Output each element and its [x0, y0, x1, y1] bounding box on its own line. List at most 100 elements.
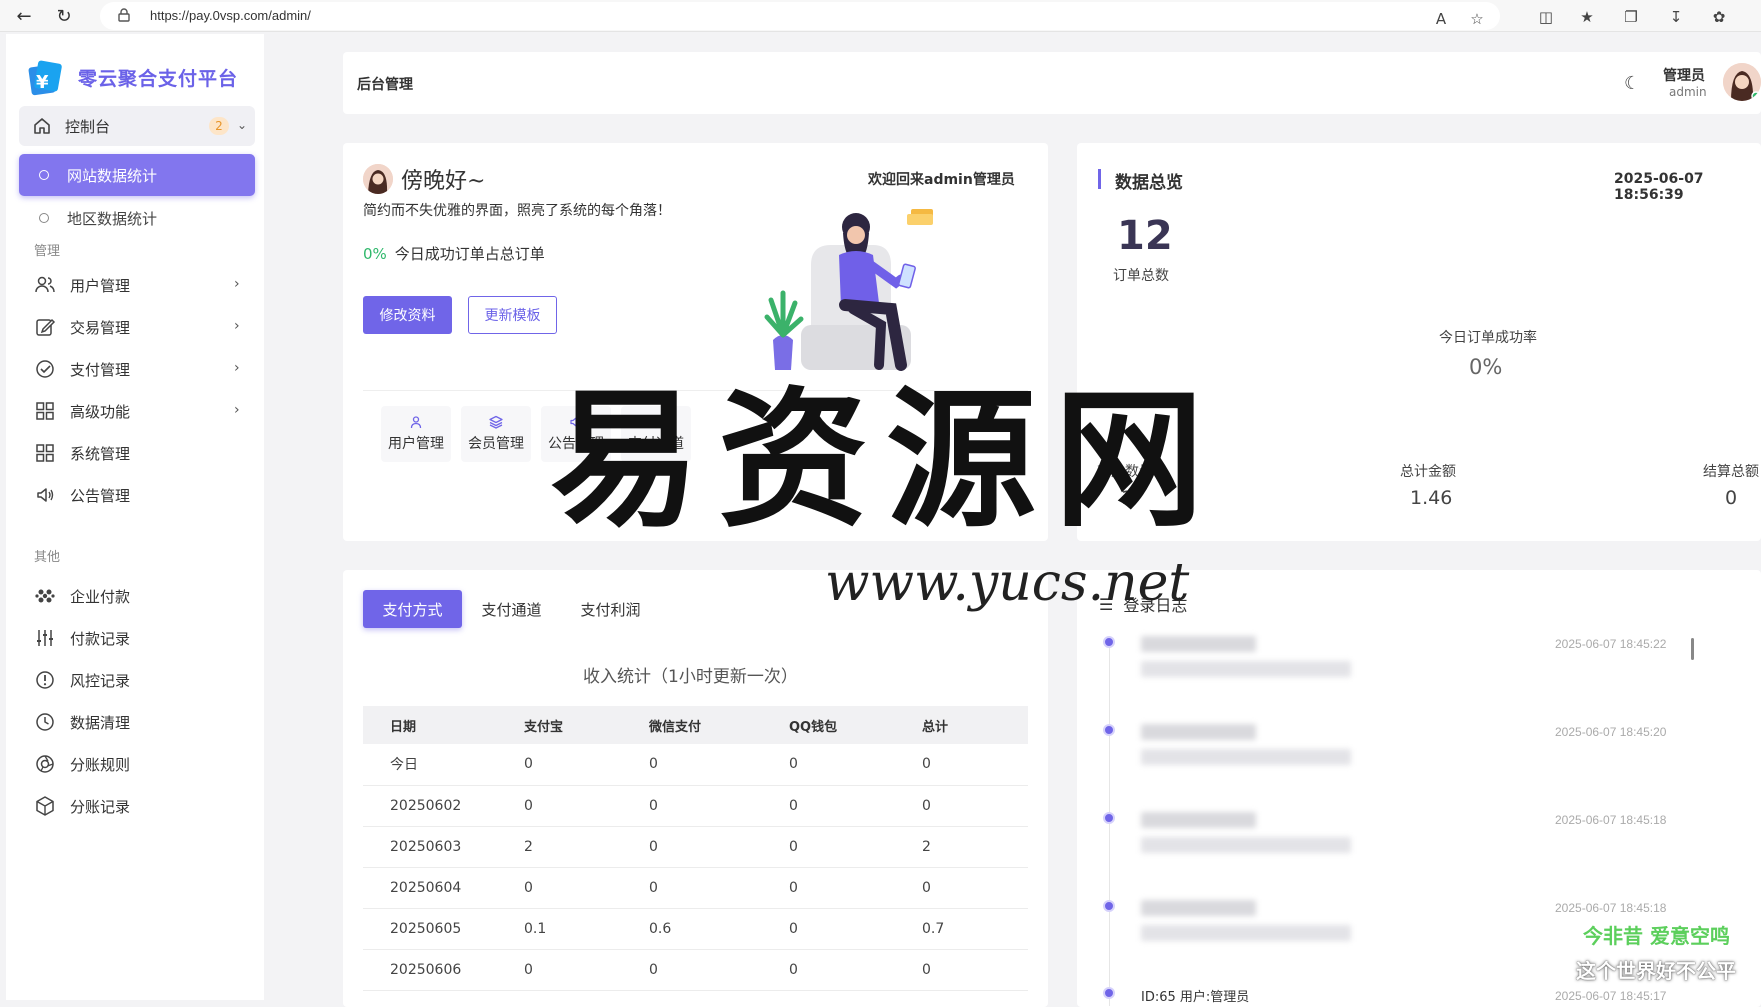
log-title: ☰ 登录日志: [1099, 592, 1187, 616]
refresh-icon[interactable]: ↻: [52, 4, 76, 28]
sliders-icon: [37, 630, 53, 646]
sidebar-item-risk-records[interactable]: 风控记录: [34, 665, 254, 695]
shortcut-pay-channel[interactable]: 支付通道: [621, 406, 691, 462]
shortcut-label: 公告管理: [548, 436, 604, 452]
table-cell: 0: [649, 744, 789, 786]
table-cell: 0: [789, 826, 922, 868]
table-cell: 0: [789, 908, 922, 950]
video-caption-line2: 这个世界好不公平: [1576, 959, 1736, 983]
sidebar-item-system[interactable]: 系统管理: [34, 438, 254, 468]
sidebar-item-label: 高级功能: [70, 402, 131, 421]
sidebar-item-user-manage[interactable]: 用户管理 ›: [34, 270, 254, 300]
sidebar-item-split-records[interactable]: 分账记录: [34, 791, 254, 821]
scrollbar[interactable]: [1691, 638, 1694, 660]
sidebar-item-label: 支付管理: [70, 360, 131, 379]
blurred-log-text: [1141, 661, 1351, 677]
table-cell: 0: [649, 785, 789, 827]
sidebar-item-notice[interactable]: 公告管理: [34, 480, 254, 510]
orders-total-value: 12: [1117, 213, 1173, 259]
table-cell: 0.1: [524, 908, 649, 950]
check-circle-icon: [36, 360, 54, 378]
income-table: 日期 支付宝 微信支付 QQ钱包 总计 今日 0 0 0 0 20250602 0 0 0 0 …: [363, 706, 1028, 991]
wallet-logo-icon: ¥: [28, 60, 62, 96]
greeting: 傍晚好~: [363, 163, 485, 195]
tab-pay-method[interactable]: 支付方式: [363, 590, 462, 628]
svg-text:¥: ¥: [36, 72, 49, 93]
shortcut-label: 用户管理: [388, 436, 444, 452]
url-text: https://pay.0vsp.com/admin/: [150, 8, 311, 23]
log-title-text: 登录日志: [1123, 596, 1188, 615]
timeline-node: [1103, 987, 1115, 999]
table-cell: 20250603: [363, 826, 524, 868]
user-name[interactable]: 管理员: [1663, 65, 1705, 85]
chevron-right-icon: ›: [234, 402, 240, 418]
sidebar-item-data-clean[interactable]: 数据清理: [34, 707, 254, 737]
table-row: 20250604 0 0 0 0: [363, 867, 1028, 909]
circle-dot-icon: [39, 170, 49, 180]
favorite-star-icon[interactable]: ☆: [1466, 8, 1488, 30]
sidebar-item-enterprise-pay[interactable]: 企业付款: [34, 581, 254, 611]
ratio-label: 今日成功订单占总订单: [394, 245, 545, 263]
table-cell: 0: [922, 785, 1028, 827]
extension-icon[interactable]: ✿: [1708, 6, 1730, 28]
sidebar-item-advanced[interactable]: 高级功能 ›: [34, 396, 254, 426]
blurred-log-text: [1141, 636, 1256, 652]
sidebar-item-pay-records[interactable]: 付款记录: [34, 623, 254, 653]
address-bar[interactable]: https://pay.0vsp.com/admin/ A ☆: [100, 2, 1500, 30]
log-entry-text: ID:65 用户:管理员: [1141, 990, 1250, 1005]
table-cell: 0: [524, 785, 649, 827]
moon-icon[interactable]: ☾: [1624, 73, 1640, 94]
sidebar-subitem-site-stats[interactable]: 网站数据统计: [19, 154, 255, 196]
sidebar-item-dashboard[interactable]: 控制台 2 ⌄: [19, 106, 255, 146]
sidebar-item-label: 风控记录: [70, 671, 131, 690]
table-header-row: 日期 支付宝 微信支付 QQ钱包 总计: [363, 706, 1028, 744]
edit-profile-button[interactable]: 修改资料: [363, 296, 452, 334]
data-overview-card: 数据总览 2025-06-07 18:56:39 12 订单总数 今日订单成功率…: [1077, 143, 1761, 541]
avatar[interactable]: [1723, 63, 1761, 101]
table-cell: 0: [524, 949, 649, 991]
table-cell: 今日: [363, 744, 524, 786]
column-header: 支付宝: [524, 706, 649, 744]
shortcut-label: 会员管理: [468, 436, 524, 452]
chevron-right-icon: ›: [234, 318, 240, 334]
users-icon: [35, 276, 55, 293]
log-timestamp: 2025-06-07 18:45:17: [1555, 989, 1667, 1003]
woman-reading-illustration: [764, 209, 933, 371]
shortcut-user-manage[interactable]: 用户管理: [381, 406, 451, 462]
layers-icon: [489, 415, 503, 429]
collections-icon[interactable]: ❐: [1620, 6, 1642, 28]
brand-name: 零云聚合支付平台: [78, 67, 239, 90]
tab-pay-channel[interactable]: 支付通道: [462, 590, 561, 628]
brand[interactable]: ¥ 零云聚合支付平台: [26, 58, 238, 96]
orders-total-label: 订单总数: [1113, 268, 1169, 284]
merchants-label: 商户数量: [1097, 464, 1153, 480]
table-cell: 0: [789, 949, 922, 991]
table-cell: 0: [922, 949, 1028, 991]
ratio-value: 0%: [363, 245, 387, 263]
sidebar-subitem-region-stats[interactable]: 地区数据统计: [19, 198, 255, 238]
log-timestamp: 2025-06-07 18:45:18: [1555, 813, 1667, 827]
sidebar-item-trade-manage[interactable]: 交易管理 ›: [34, 312, 254, 342]
browser-toolbar: ← ↻ https://pay.0vsp.com/admin/ A ☆ ◫ ★ …: [0, 0, 1761, 32]
shortcut-notice-manage[interactable]: 公告管理: [541, 406, 611, 462]
table-cell: 0: [922, 867, 1028, 909]
table-cell: 20250604: [363, 867, 524, 909]
grid-icon: [36, 444, 54, 462]
user-id: admin: [1669, 85, 1707, 99]
aperture-icon: [36, 755, 54, 773]
sidebar-item-pay-manage[interactable]: 支付管理 ›: [34, 354, 254, 384]
avatar: [363, 164, 393, 194]
back-arrow-icon[interactable]: ←: [12, 4, 36, 28]
download-icon[interactable]: ↧: [1665, 6, 1687, 28]
sidebar-item-split-rules[interactable]: 分账规则: [34, 749, 254, 779]
sidebar-item-label: 付款记录: [70, 629, 131, 648]
shortcut-member-manage[interactable]: 会员管理: [461, 406, 531, 462]
update-template-button[interactable]: 更新模板: [468, 296, 557, 334]
split-screen-icon[interactable]: ◫: [1535, 6, 1557, 28]
read-aloud-icon[interactable]: A: [1430, 8, 1452, 30]
favorites-icon[interactable]: ★: [1576, 6, 1598, 28]
merchants-value: 1: [1121, 487, 1134, 509]
tab-pay-profit[interactable]: 支付利润: [561, 590, 660, 628]
log-timestamp: 2025-06-07 18:45:20: [1555, 725, 1667, 739]
speaker-icon: [570, 417, 582, 427]
